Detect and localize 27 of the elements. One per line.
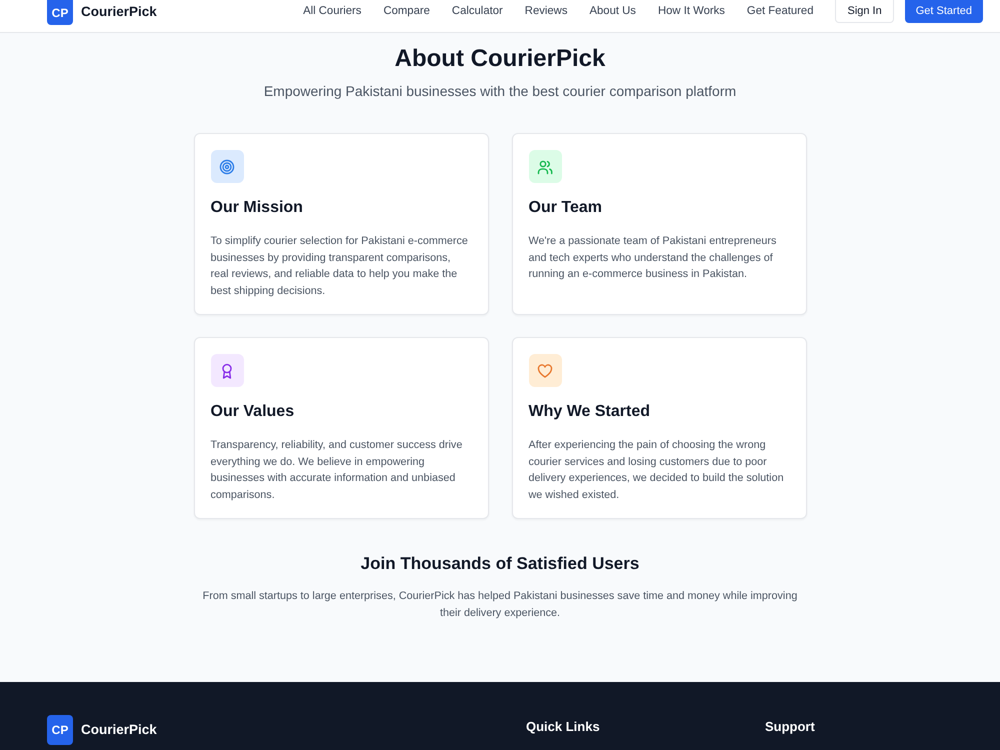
- nav-link[interactable]: About Us: [589, 3, 636, 20]
- card-title: Our Mission: [210, 198, 304, 218]
- logo-name[interactable]: CourierPick: [81, 720, 157, 740]
- page-title: About CourierPick: [394, 44, 606, 74]
- get-started-button[interactable]: Get Started: [904, 0, 983, 23]
- footer-heading: Quick Links: [526, 719, 600, 734]
- nav-link[interactable]: Calculator: [452, 3, 503, 20]
- nav-link[interactable]: Reviews: [524, 3, 568, 20]
- card-title: Our Values: [210, 402, 296, 422]
- card-title: Why We Started: [528, 402, 651, 422]
- section-title: Join Thousands of Satisfied Users: [360, 553, 640, 575]
- page-subtitle: Empowering Pakistani businesses with the best courier comparison platform: [262, 82, 738, 101]
- section-text: From small startups to large enterprises, CourierPick has helped Pakistani businesses save time and money while improving their delivery experience.: [202, 589, 798, 621]
- card-text: To simplify courier selection for Pakistani e-commerce businesses by providing transparent comparisons, real reviews, and reliable data to help you make the best shipping decisions.: [210, 234, 469, 298]
- sign-in-button[interactable]: Sign In: [835, 0, 894, 23]
- card-text: Transparency, reliability, and customer success drive everything we do. We believe in empowering businesses with accurate information and unbiased comparisons.: [210, 438, 464, 502]
- logo-mark[interactable]: CP: [47, 0, 73, 25]
- logo-mark[interactable]: CP: [47, 715, 73, 745]
- footer-heading: Support: [765, 719, 815, 734]
- card-title: Our Team: [528, 198, 603, 218]
- nav-link[interactable]: Compare: [383, 3, 430, 20]
- nav-link[interactable]: Get Featured: [746, 3, 814, 20]
- card-text: We're a passionate team of Pakistani entrepreneurs and tech experts who understand the challenges of running an e-commerce business in Pakistan.: [528, 234, 778, 282]
- nav-link[interactable]: All Couriers: [303, 3, 362, 20]
- nav-link[interactable]: How It Works: [658, 3, 725, 20]
- card-text: After experiencing the pain of choosing the wrong courier services and losing customers due to poor delivery experiences, we decided to build the solution we wished existed.: [528, 438, 785, 502]
- logo-name[interactable]: CourierPick: [81, 2, 157, 23]
